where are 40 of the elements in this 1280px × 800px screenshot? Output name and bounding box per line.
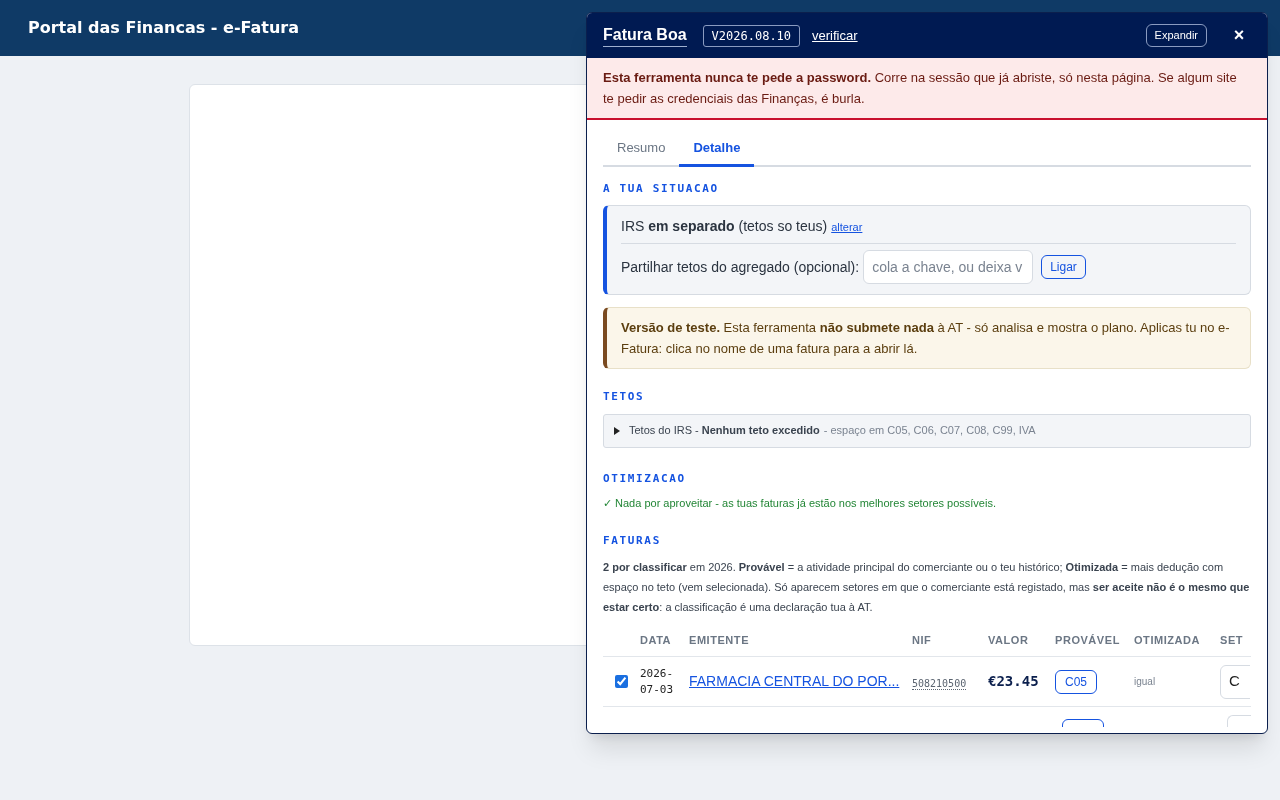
date-cell-text: 2026-07-03 xyxy=(640,665,675,698)
column-header: SET xyxy=(1220,633,1245,649)
section-heading: TETOS xyxy=(603,389,646,405)
panel-title: Fatura Boa xyxy=(603,24,687,47)
issuer-link[interactable]: FARMACIA CENTRAL DO POR... xyxy=(689,671,912,692)
column-header: PROVÁVEL xyxy=(1055,633,1121,649)
tab[interactable]: Resumo xyxy=(603,138,680,167)
section-heading: A TUA SITUACAO xyxy=(603,180,720,197)
close-button[interactable]: × xyxy=(1227,22,1251,49)
column-header: VALOR xyxy=(988,633,1030,649)
connect-button[interactable]: Ligar xyxy=(1041,255,1086,279)
page-title: Portal das Financas - e-Fatura xyxy=(28,17,300,39)
amount-cell-text: €23.45 xyxy=(988,672,1040,691)
likely-sector-badge: C05 xyxy=(1055,670,1097,694)
disclosure-icon xyxy=(613,426,621,435)
optimized-cell-text: igual xyxy=(1134,675,1157,689)
limits-summary[interactable]: Tetos do IRS - Nenhum teto excedido - espaço em C05, C06, C07, C08, C99, IVA xyxy=(603,413,1251,448)
share-key-field[interactable]: cola a chave, ou deixa v xyxy=(863,250,1034,284)
optimization-message: ✓ Nada por aproveitar - as tuas faturas já estão nos melhores setores possíveis. xyxy=(603,496,997,511)
limits-detail: - espaço em C05, C06, C07, C08, C99, IVA xyxy=(823,423,1036,439)
warning-text: Esta ferramenta nunca te pede a password. Corre na sessão que já abriste, só nesta página. Se algum site te pedir as credenciais das Finanças, é burla. xyxy=(603,70,1237,106)
column-header: OTIMIZADA xyxy=(1134,633,1202,649)
version-badge: V2026.08.10 xyxy=(702,24,801,47)
column-header: DATA xyxy=(640,633,673,649)
verify-link[interactable]: verificar xyxy=(812,25,858,46)
sector-select[interactable]: C xyxy=(1220,664,1250,699)
notice-text: Versão de teste. Esta ferramenta não submete nada à AT - só analisa e mostra o plano. Aplicas tu no e-Fatura: clica no nome de uma fatura para a abrir lá. xyxy=(621,320,1230,356)
section-heading: FATURAS xyxy=(603,532,662,549)
nif-cell: 508210500 xyxy=(912,677,967,690)
section-heading: OTIMIZACAO xyxy=(603,470,687,487)
invoices-intro: 2 por classificar em 2026. Provável = a atividade principal do comerciante ou o teu histórico; Otimizada = mais dedução com espaço no teto (vem selecionada). Só aparecem setores em que o comerciante está registado, mas ser aceite não é o mesmo que estar certo: a classificação é uma declaração tua à AT. xyxy=(603,560,1251,615)
column-header: EMITENTE xyxy=(689,633,750,649)
expand-button[interactable]: Expandir xyxy=(1145,24,1207,47)
row-checkbox[interactable] xyxy=(615,675,628,688)
change-link[interactable]: alterar xyxy=(831,219,863,236)
tab[interactable]: Detalhe xyxy=(679,138,755,167)
share-label: Partilhar tetos do agregado (opcional): xyxy=(621,257,860,277)
column-header: NIF xyxy=(912,633,933,649)
limits-title: Tetos do IRS - Nenhum teto excedido xyxy=(629,423,820,439)
filing-status: IRS em separado (tetos so teus) xyxy=(621,217,828,236)
